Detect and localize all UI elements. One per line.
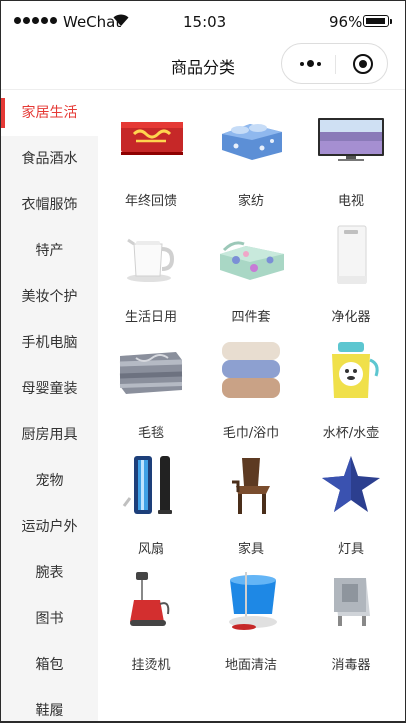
bedding-icon (222, 124, 282, 160)
grid-item-four-piece-set[interactable]: 四件套 (203, 206, 299, 325)
gift-box-icon (121, 122, 183, 155)
sidebar-item-sports-outdoor[interactable]: 运动户外 (1, 504, 98, 550)
battery-icon (363, 15, 392, 27)
purifier-icon (337, 225, 367, 284)
grid-item-tv[interactable]: 电视 (303, 90, 399, 209)
grid-item-label: 挂烫机 (131, 658, 171, 673)
close-mini-program-icon[interactable] (353, 54, 373, 74)
grid-item-furniture[interactable]: 家具 (203, 438, 299, 557)
blanket-icon (119, 352, 183, 394)
grid-item-label: 消毒器 (331, 658, 371, 673)
more-icon[interactable] (300, 60, 321, 67)
sidebar-item-kitchen[interactable]: 厨房用具 (1, 412, 98, 458)
grid-item-year-end-gift[interactable]: 年终回馈 (103, 90, 199, 209)
status-bar: WeChat 15:03 96% (1, 1, 405, 41)
sidebar-item-bags[interactable]: 箱包 (1, 642, 98, 688)
clock: 15:03 (183, 13, 227, 31)
mop-bucket-icon (229, 572, 277, 630)
grid-item-air-purifier[interactable]: 净化器 (303, 206, 399, 325)
grid-item-sterilizer[interactable]: 消毒器 (303, 554, 399, 673)
chair-icon (232, 458, 270, 514)
sidebar-item-watches[interactable]: 腕表 (1, 550, 98, 596)
steamer-icon (130, 572, 170, 626)
signal-icon (14, 17, 57, 24)
sidebar-item-phones-computers[interactable]: 手机电脑 (1, 320, 98, 366)
sidebar-item-books[interactable]: 图书 (1, 596, 98, 642)
grid-item-blanket[interactable]: 毛毯 (103, 322, 199, 441)
wifi-icon (113, 14, 129, 26)
grid-item-daily-goods[interactable]: 生活日用 (103, 206, 199, 325)
category-sidebar: 家居生活 食品酒水 衣帽服饰 特产 美妆个护 手机电脑 母婴童装 厨房用具 宠物… (1, 90, 98, 721)
grid-item-garment-steamer[interactable]: 挂烫机 (103, 554, 199, 673)
sidebar-item-baby-kids[interactable]: 母婴童装 (1, 366, 98, 412)
grid-item-cups-bottles[interactable]: 水杯/水壶 (303, 322, 399, 441)
grid-item-lamps[interactable]: 灯具 (303, 438, 399, 557)
grid-item-towels[interactable]: 毛巾/浴巾 (203, 322, 299, 441)
grid-item-home-textiles[interactable]: 家纺 (203, 90, 299, 209)
grid-item-label: 地面清洁 (224, 658, 277, 673)
grid-item-floor-cleaning[interactable]: 地面清洁 (203, 554, 299, 673)
star-lamp-icon (322, 456, 380, 512)
towel-icon (222, 342, 280, 398)
nav-bar: 商品分类 (1, 41, 405, 90)
phone-frame: WeChat 15:03 96% 商品分类 家居生活 食品酒水 衣帽服饰 特产 … (0, 0, 406, 723)
fan-icon (122, 456, 172, 514)
sidebar-item-food-drinks[interactable]: 食品酒水 (1, 136, 98, 182)
sidebar-item-specialties[interactable]: 特产 (1, 228, 98, 274)
tv-icon (318, 118, 384, 161)
sheet-set-icon (220, 241, 284, 280)
mini-program-capsule (281, 43, 388, 84)
sidebar-item-pets[interactable]: 宠物 (1, 458, 98, 504)
kettle-icon (127, 238, 175, 282)
grid-item-fans[interactable]: 风扇 (103, 438, 199, 557)
battery-percent: 96% (329, 13, 363, 31)
sidebar-item-home-living[interactable]: 家居生活 (1, 90, 98, 136)
sidebar-item-beauty[interactable]: 美妆个护 (1, 274, 98, 320)
sterilizer-icon (334, 578, 370, 626)
capsule-divider (335, 55, 336, 74)
sidebar-item-apparel[interactable]: 衣帽服饰 (1, 182, 98, 228)
bottle-icon (332, 342, 379, 398)
sidebar-item-shoes[interactable]: 鞋履 (1, 688, 98, 721)
